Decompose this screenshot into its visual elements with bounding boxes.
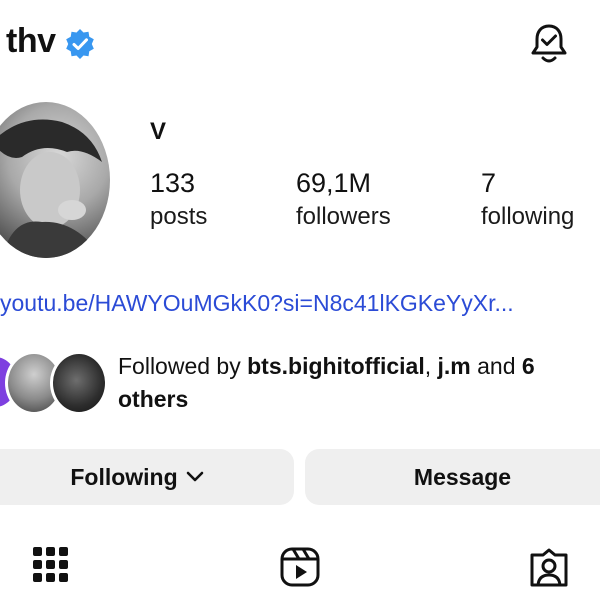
profile-display-name: V bbox=[150, 118, 167, 145]
followed-by-and: and bbox=[470, 353, 522, 379]
mutual-user-1[interactable]: bts.bighitofficial bbox=[247, 353, 425, 379]
mutual-follower-avatar[interactable] bbox=[50, 351, 108, 415]
message-button-label: Message bbox=[413, 463, 512, 490]
posts-count[interactable]: 133 bbox=[150, 168, 195, 199]
followers-label[interactable]: followers bbox=[296, 203, 391, 231]
profile-bio-link[interactable]: youtu.be/HAWYOuMGkK0?si=N8c41lKGKeYyXr..… bbox=[0, 290, 514, 317]
following-label[interactable]: following bbox=[481, 203, 574, 231]
profile-username: thv bbox=[6, 22, 56, 60]
reels-icon[interactable] bbox=[279, 546, 321, 588]
following-button[interactable]: Following bbox=[0, 449, 294, 505]
following-button-label: Following bbox=[70, 463, 178, 490]
chevron-down-icon bbox=[186, 471, 203, 482]
posts-label[interactable]: posts bbox=[150, 203, 207, 231]
followed-by-separator: , bbox=[424, 353, 438, 379]
followed-by-text[interactable]: Followed by bts.bighitofficial, j.m and … bbox=[118, 353, 535, 380]
following-count[interactable]: 7 bbox=[481, 168, 496, 199]
followers-count[interactable]: 69,1M bbox=[296, 168, 371, 199]
profile-avatar[interactable] bbox=[0, 102, 110, 258]
mutual-others-count[interactable]: 6 bbox=[522, 353, 535, 379]
tagged-icon[interactable] bbox=[528, 548, 570, 588]
mutual-user-2[interactable]: j.m bbox=[438, 353, 471, 379]
verified-badge-icon bbox=[66, 29, 94, 59]
posts-grid-icon[interactable] bbox=[33, 547, 69, 583]
notification-bell-icon[interactable] bbox=[528, 22, 570, 66]
message-button[interactable]: Message bbox=[305, 449, 600, 505]
followed-by-prefix: Followed by bbox=[118, 353, 248, 379]
mutual-others-label[interactable]: others bbox=[118, 386, 188, 413]
